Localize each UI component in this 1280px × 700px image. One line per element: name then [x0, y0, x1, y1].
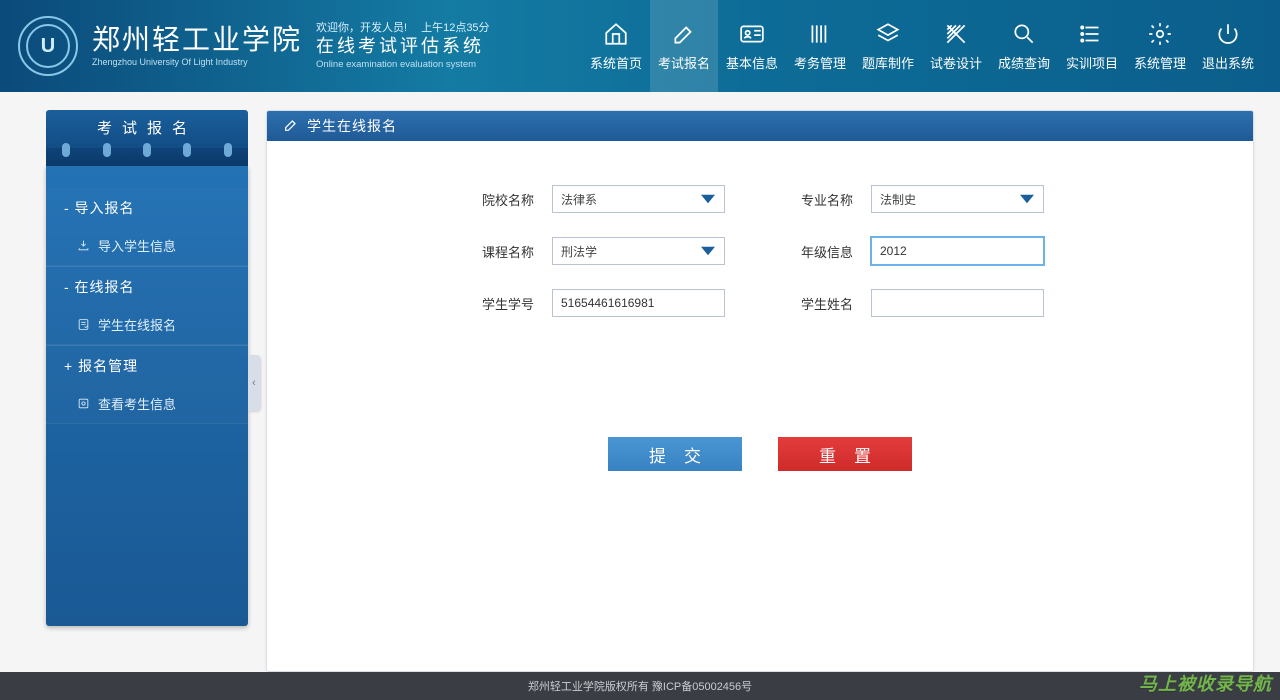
- ruler-icon: [943, 21, 969, 47]
- chevron-down-icon: [700, 191, 716, 207]
- submit-button[interactable]: 提交: [608, 437, 742, 471]
- power-icon: [1215, 21, 1241, 47]
- nav-item-label: 基本信息: [726, 53, 778, 72]
- nav-item-label: 系统管理: [1134, 53, 1186, 72]
- student-name-input[interactable]: [871, 289, 1044, 317]
- nav-item-label: 题库制作: [862, 53, 914, 72]
- school-select[interactable]: 法律系: [552, 185, 725, 213]
- sidebar-link-import[interactable]: 导入学生信息: [46, 226, 248, 266]
- form-actions: 提交 重置: [267, 437, 1253, 471]
- sidebar-group-header[interactable]: - 导入报名: [46, 188, 248, 226]
- course-label: 课程名称: [476, 242, 534, 261]
- nav-item-label: 退出系统: [1202, 53, 1254, 72]
- sidebar-link-label: 学生在线报名: [98, 315, 176, 334]
- nav-item-power[interactable]: 退出系统: [1194, 0, 1262, 92]
- student-id-field[interactable]: [561, 290, 716, 316]
- course-value: 刑法学: [561, 243, 700, 260]
- content-panel: 学生在线报名 院校名称 法律系 专业名称 法制史 课程名称: [266, 110, 1254, 672]
- search-icon: [1011, 21, 1037, 47]
- system-block: 欢迎你，开发人员! 上午12点35分 在线考试评估系统 Online exami…: [316, 21, 490, 71]
- sidebar-group-header[interactable]: - 在线报名: [46, 266, 248, 305]
- books-icon: [807, 21, 833, 47]
- form-icon: [76, 318, 90, 332]
- header-time: 上午12点35分: [421, 21, 489, 35]
- course-select[interactable]: 刑法学: [552, 237, 725, 265]
- student-name-label: 学生姓名: [795, 294, 853, 313]
- chevron-left-icon: ‹: [252, 377, 256, 389]
- sidebar-link-label: 导入学生信息: [98, 236, 176, 255]
- home-icon: [603, 21, 629, 47]
- system-title-zh: 在线考试评估系统: [316, 35, 490, 58]
- sidebar-panel: - 导入报名导入学生信息 - 在线报名学生在线报名 + 报名管理查看考生信息: [46, 166, 248, 626]
- sidebar-link-form[interactable]: 学生在线报名: [46, 305, 248, 345]
- nav-item-ruler[interactable]: 试卷设计: [922, 0, 990, 92]
- brand-title-zh: 郑州轻工业学院: [92, 24, 302, 58]
- chevron-down-icon: [1019, 191, 1035, 207]
- chevron-down-icon: [700, 243, 716, 259]
- emblem-letter: U: [26, 24, 70, 68]
- sidebar-collapse-handle[interactable]: ‹: [248, 355, 260, 411]
- registration-form: 院校名称 法律系 专业名称 法制史 课程名称 刑法学: [436, 141, 1084, 337]
- nav-item-search[interactable]: 成绩查询: [990, 0, 1058, 92]
- nav-item-label: 试卷设计: [930, 53, 982, 72]
- nav-item-label: 考务管理: [794, 53, 846, 72]
- nav-item-id-card[interactable]: 基本信息: [718, 0, 786, 92]
- sidebar-link-label: 查看考生信息: [98, 394, 176, 413]
- reset-button[interactable]: 重置: [778, 437, 912, 471]
- sidebar-group-header[interactable]: + 报名管理: [46, 345, 248, 384]
- system-title-en: Online examination evaluation system: [316, 59, 490, 71]
- sidebar-binder-rings: [46, 148, 248, 166]
- major-select[interactable]: 法制史: [871, 185, 1044, 213]
- school-value: 法律系: [561, 191, 700, 208]
- sidebar-link-view[interactable]: 查看考生信息: [46, 384, 248, 424]
- top-nav: 系统首页考试报名基本信息考务管理题库制作试卷设计成绩查询实训项目系统管理退出系统: [582, 0, 1262, 92]
- school-label: 院校名称: [476, 190, 534, 209]
- grade-input[interactable]: [871, 237, 1044, 265]
- student-id-label: 学生学号: [476, 294, 534, 313]
- grade-input-field[interactable]: [880, 238, 1035, 264]
- student-id-input[interactable]: [552, 289, 725, 317]
- nav-item-label: 系统首页: [590, 53, 642, 72]
- edit-icon: [283, 117, 299, 136]
- grade-label: 年级信息: [795, 242, 853, 261]
- watermark-text: 马上被收录导航: [1139, 670, 1272, 696]
- layers-icon: [875, 21, 901, 47]
- nav-item-list[interactable]: 实训项目: [1058, 0, 1126, 92]
- page-footer: 郑州轻工业学院版权所有 豫ICP备05002456号: [0, 672, 1280, 700]
- brand-title-en: Zhengzhou University Of Light Industry: [92, 57, 302, 68]
- nav-item-edit[interactable]: 考试报名: [650, 0, 718, 92]
- university-emblem: U: [18, 16, 78, 76]
- panel-header: 学生在线报名: [267, 111, 1253, 141]
- nav-item-label: 考试报名: [658, 53, 710, 72]
- id-card-icon: [739, 21, 765, 47]
- major-label: 专业名称: [795, 190, 853, 209]
- welcome-text: 欢迎你，开发人员!: [316, 21, 407, 35]
- nav-item-label: 成绩查询: [998, 53, 1050, 72]
- gear-icon: [1147, 21, 1173, 47]
- footer-text: 郑州轻工业学院版权所有 豫ICP备05002456号: [528, 678, 752, 694]
- nav-item-home[interactable]: 系统首页: [582, 0, 650, 92]
- nav-item-label: 实训项目: [1066, 53, 1118, 72]
- panel-title: 学生在线报名: [307, 116, 397, 136]
- edit-icon: [671, 21, 697, 47]
- brand-block: 郑州轻工业学院 Zhengzhou University Of Light In…: [92, 24, 302, 68]
- sidebar: 考试报名 - 导入报名导入学生信息- 在线报名学生在线报名+ 报名管理查看考生信…: [46, 110, 248, 672]
- nav-item-books[interactable]: 考务管理: [786, 0, 854, 92]
- major-value: 法制史: [880, 191, 1019, 208]
- import-icon: [76, 239, 90, 253]
- view-icon: [76, 397, 90, 411]
- app-header: U 郑州轻工业学院 Zhengzhou University Of Light …: [0, 0, 1280, 92]
- student-name-field[interactable]: [880, 290, 1035, 316]
- nav-item-gear[interactable]: 系统管理: [1126, 0, 1194, 92]
- list-icon: [1079, 21, 1105, 47]
- nav-item-layers[interactable]: 题库制作: [854, 0, 922, 92]
